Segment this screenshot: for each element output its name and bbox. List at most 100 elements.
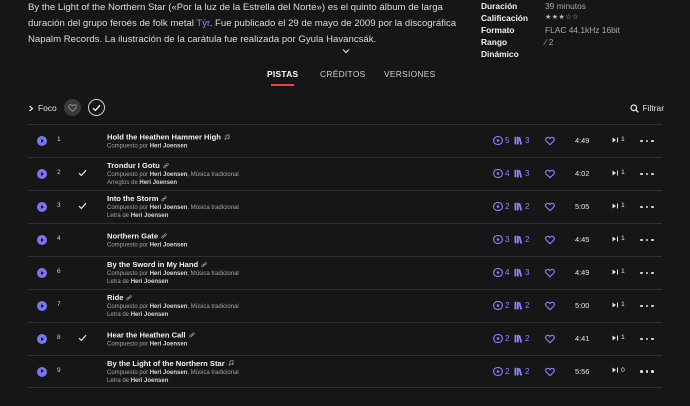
credit-person[interactable]: Heri Joensen xyxy=(150,341,188,347)
play-track-button[interactable] xyxy=(37,268,47,278)
focus-toggle[interactable]: Foco xyxy=(28,103,57,113)
versions-button[interactable]: 2 xyxy=(493,202,510,211)
track-number: 1 xyxy=(57,136,61,143)
heart-icon[interactable] xyxy=(545,367,555,377)
track-title[interactable]: Hold the Heathen Hammer High xyxy=(107,131,221,142)
more-options-button[interactable] xyxy=(640,235,654,245)
more-icon-dot xyxy=(640,205,643,209)
credit-person[interactable]: Heri Joensen xyxy=(131,214,169,220)
track-credit-line: Letra de Heri Joensen xyxy=(107,213,239,221)
credit-person[interactable]: Heri Joensen xyxy=(150,143,188,149)
more-options-button[interactable] xyxy=(640,301,654,311)
favorites-filter-button[interactable] xyxy=(64,99,81,116)
track-title[interactable]: Trondur I Gotu xyxy=(107,160,160,171)
track-title[interactable]: Into the Storm xyxy=(107,193,158,204)
track-row[interactable]: 2 Trondur I Gotu Compuesto por Heri Joen… xyxy=(28,157,662,190)
rating-stars[interactable]: ★★★☆☆ xyxy=(545,12,579,24)
play-count-value: 1 xyxy=(621,169,625,176)
track-info: Into the Storm Compuesto por Heri Joense… xyxy=(107,193,239,221)
track-title[interactable]: By the Light of the Northern Star xyxy=(107,358,225,369)
tab-credits[interactable]: CRÉDITOS xyxy=(320,67,366,87)
more-options-button[interactable] xyxy=(640,136,654,146)
credit-person[interactable]: Heri Joensen xyxy=(131,313,169,319)
versions-button[interactable]: 2 xyxy=(493,301,510,310)
credits-button[interactable]: 2 xyxy=(514,202,530,211)
more-options-button[interactable] xyxy=(640,367,654,377)
track-row[interactable]: 4 Northern Gate Compuesto por Heri Joens… xyxy=(28,223,662,256)
more-icon-dot xyxy=(640,304,643,308)
heart-icon[interactable] xyxy=(545,268,555,278)
play-track-button[interactable] xyxy=(37,301,47,311)
more-options-button[interactable] xyxy=(640,202,654,212)
versions-button[interactable]: 4 xyxy=(493,268,510,277)
credit-role: Compuesto por xyxy=(107,341,150,348)
tab-tracks[interactable]: PISTAS xyxy=(267,67,298,87)
credit-person[interactable]: Heri Joensen xyxy=(139,181,177,187)
credit-person[interactable]: Heri Joensen xyxy=(150,304,188,310)
heart-icon[interactable] xyxy=(545,202,555,212)
track-info: Hold the Heathen Hammer High Compuesto p… xyxy=(107,131,230,150)
heart-icon[interactable] xyxy=(545,235,555,245)
versions-button[interactable]: 2 xyxy=(493,334,510,343)
credit-person[interactable]: Heri Joensen xyxy=(131,378,169,384)
versions-button[interactable]: 5 xyxy=(493,136,510,145)
track-row[interactable]: 3 Into the Storm Compuesto por Heri Joen… xyxy=(28,190,662,223)
credits-button[interactable]: 3 xyxy=(514,136,530,145)
credit-person[interactable]: Heri Joensen xyxy=(150,370,188,376)
credit-person[interactable]: Heri Joensen xyxy=(131,280,169,286)
filter-button[interactable]: Filtrar xyxy=(629,103,664,113)
play-track-button[interactable] xyxy=(37,235,47,245)
track-row[interactable]: 7 Ride Compuesto por Heri Joensen, Músic… xyxy=(28,289,662,322)
track-row[interactable]: 1 Hold the Heathen Hammer High Compuesto… xyxy=(28,124,662,157)
heart-icon[interactable] xyxy=(545,169,555,179)
play-count-value: 1 xyxy=(621,202,625,209)
disc-icon xyxy=(493,366,503,376)
track-title[interactable]: By the Sword in My Hand xyxy=(107,259,198,270)
track-row[interactable]: 6 By the Sword in My Hand Compuesto por … xyxy=(28,256,662,289)
credits-count: 3 xyxy=(525,136,530,145)
more-icon-dot xyxy=(651,238,654,242)
versions-count: 2 xyxy=(505,301,510,310)
heart-icon[interactable] xyxy=(545,334,555,344)
more-options-button[interactable] xyxy=(640,268,654,278)
heart-icon[interactable] xyxy=(545,301,555,311)
credit-person[interactable]: Heri Joensen xyxy=(150,242,188,248)
versions-button[interactable]: 2 xyxy=(493,367,510,376)
expand-description-button[interactable] xyxy=(339,45,353,57)
credits-button[interactable]: 2 xyxy=(514,301,530,310)
credit-person[interactable]: Heri Joensen xyxy=(150,271,188,277)
heart-icon[interactable] xyxy=(545,136,555,146)
credit-person[interactable]: Heri Joensen xyxy=(150,205,188,211)
credits-button[interactable]: 3 xyxy=(514,169,530,178)
owned-filter-button[interactable] xyxy=(88,99,105,116)
play-track-button[interactable] xyxy=(37,136,47,146)
credits-button[interactable]: 3 xyxy=(514,268,530,277)
heart-icon xyxy=(68,103,77,112)
play-track-button[interactable] xyxy=(37,169,47,179)
play-track-button[interactable] xyxy=(37,334,47,344)
link-icon xyxy=(126,294,133,300)
track-number: 7 xyxy=(57,301,61,308)
more-icon-dot xyxy=(645,337,649,341)
artist-link[interactable]: Týr xyxy=(196,18,209,29)
credit-person[interactable]: Heri Joensen xyxy=(150,172,188,178)
play-count: 1 xyxy=(612,136,625,143)
credits-button[interactable]: 2 xyxy=(514,334,530,343)
versions-button[interactable]: 4 xyxy=(493,169,510,178)
tab-versions[interactable]: VERSIONES xyxy=(384,67,436,87)
track-credit-line: Letra de Heri Joensen xyxy=(107,312,239,320)
credits-button[interactable]: 2 xyxy=(514,235,530,244)
track-row[interactable]: 9 By the Light of the Northern Star Comp… xyxy=(28,355,662,388)
track-title[interactable]: Northern Gate xyxy=(107,230,158,241)
more-options-button[interactable] xyxy=(640,169,654,179)
track-duration: 5:00 xyxy=(575,301,590,310)
track-row[interactable]: 8 Hear the Heathen Call Compuesto por He… xyxy=(28,322,662,355)
more-options-button[interactable] xyxy=(640,334,654,344)
play-track-button[interactable] xyxy=(37,202,47,212)
credits-button[interactable]: 2 xyxy=(514,367,530,376)
play-track-button[interactable] xyxy=(37,366,47,377)
credit-role: Compuesto por xyxy=(107,242,150,249)
versions-button[interactable]: 3 xyxy=(493,235,510,244)
track-title[interactable]: Ride xyxy=(107,292,123,303)
track-title[interactable]: Hear the Heathen Call xyxy=(107,329,186,340)
